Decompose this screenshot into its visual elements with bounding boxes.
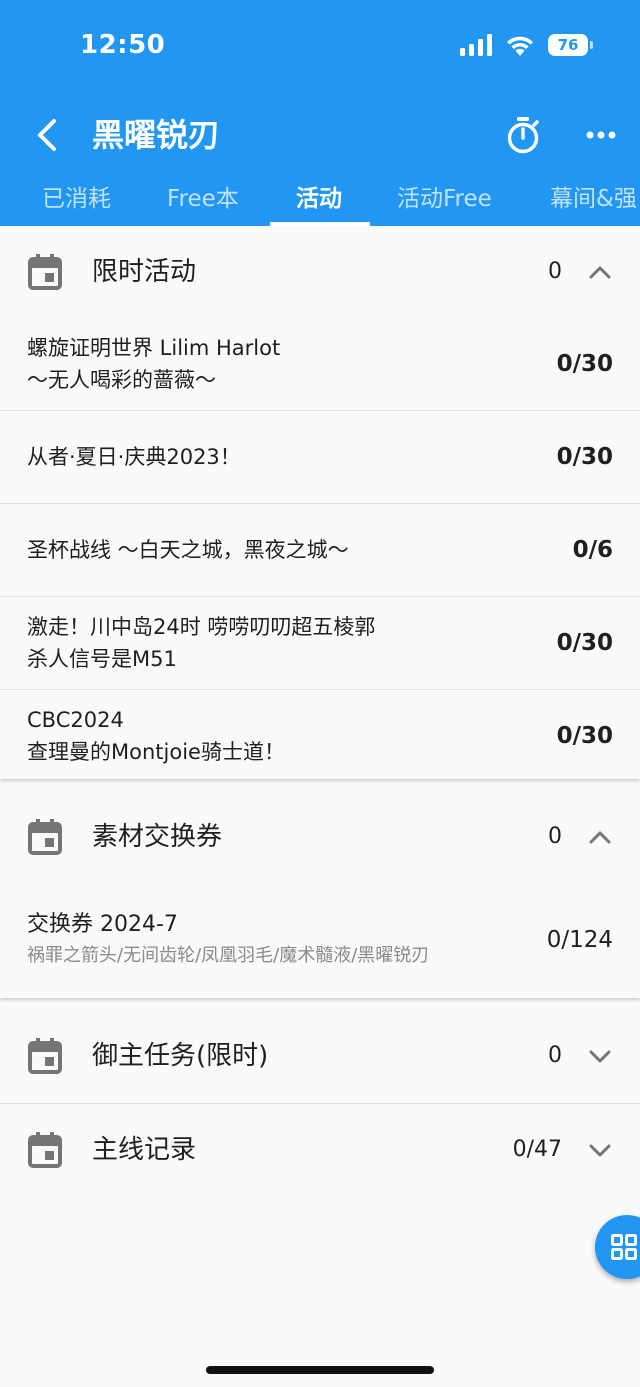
item-text: 从者·夏日·庆典2023！ — [27, 411, 241, 503]
more-horizontal-icon — [586, 131, 616, 139]
item-title: 激走！川中岛24时 唠唠叨叨超五棱郭 — [27, 615, 376, 639]
item-title: 从者·夏日·庆典2023！ — [27, 445, 241, 469]
item-text: 螺旋证明世界 Lilim Harlot ～无人喝彩的蔷薇～ — [27, 318, 280, 410]
calendar-icon — [28, 254, 62, 290]
item-title: 交换券 2024-7 — [27, 912, 178, 937]
chevron-down-icon[interactable] — [586, 1136, 614, 1164]
tab-consumed[interactable]: 已消耗 — [42, 176, 111, 226]
back-arrow-icon — [38, 119, 56, 151]
section-title: 御主任务(限时) — [92, 1041, 269, 1071]
timer-icon — [507, 117, 539, 154]
section-header-limited-events[interactable]: 限时活动 0 — [0, 226, 640, 318]
item-title: 圣杯战线 ～白天之城，黑夜之城～ — [27, 538, 349, 562]
section-header-master-missions[interactable]: 御主任务(限时) 0 — [0, 1010, 640, 1102]
chevron-up-icon[interactable] — [586, 823, 614, 851]
tab-events[interactable]: 活动 — [296, 176, 342, 226]
list-item[interactable]: 交换券 2024-7 祸罪之箭头/无间齿轮/凤凰羽毛/魔术髓液/黑曜锐刃 0/1… — [0, 883, 640, 997]
item-text: 圣杯战线 ～白天之城，黑夜之城～ — [27, 504, 349, 596]
item-progress: 0/30 — [556, 630, 613, 656]
item-text: CBC2024 查理曼的Montjoie骑士道！ — [27, 690, 285, 782]
grid-view-fab[interactable] — [595, 1215, 640, 1279]
calendar-icon — [28, 819, 62, 855]
item-progress: 0/6 — [572, 537, 613, 563]
list-item[interactable]: 从者·夏日·庆典2023！ 0/30 — [0, 410, 640, 503]
section-count: 0 — [548, 824, 562, 849]
item-title-line2: ～无人喝彩的蔷薇～ — [27, 368, 216, 392]
status-icons: 76 — [460, 34, 593, 56]
item-title-line2: 查理曼的Montjoie骑士道！ — [27, 740, 285, 764]
item-title: 螺旋证明世界 Lilim Harlot — [27, 336, 281, 360]
chevron-down-icon[interactable] — [586, 1042, 614, 1070]
page-title: 黑曜锐刃 — [92, 116, 221, 154]
timer-button[interactable] — [500, 112, 546, 158]
list-item[interactable]: 激走！川中岛24时 唠唠叨叨超五棱郭 杀人信号是M51 0/30 — [0, 596, 640, 689]
item-subtitle: 祸罪之箭头/无间齿轮/凤凰羽毛/魔术髓液/黑曜锐刃 — [27, 945, 430, 966]
calendar-icon — [28, 1132, 62, 1168]
tab-bar: 已消耗 Free本 活动 活动Free 幕间&强 — [0, 176, 640, 226]
item-progress: 0/30 — [556, 351, 613, 377]
item-progress: 0/124 — [546, 927, 613, 953]
tab-event-free[interactable]: 活动Free — [397, 176, 492, 226]
grid-icon — [611, 1234, 637, 1260]
section-title: 素材交换券 — [92, 822, 223, 852]
calendar-icon — [28, 1038, 62, 1074]
section-count: 0 — [548, 1043, 562, 1068]
list-item[interactable]: 圣杯战线 ～白天之城，黑夜之城～ 0/6 — [0, 503, 640, 596]
tab-interlude[interactable]: 幕间&强 — [550, 176, 637, 226]
item-title-line2: 杀人信号是M51 — [27, 647, 177, 671]
section-exchange-tickets: 素材交换券 0 交换券 2024-7 祸罪之箭头/无间齿轮/凤凰羽毛/魔术髓液/… — [0, 791, 640, 998]
back-button[interactable] — [26, 112, 68, 158]
item-progress: 0/30 — [556, 444, 613, 470]
section-title: 主线记录 — [92, 1135, 197, 1165]
section-main-story[interactable]: 主线记录 0/47 — [0, 1104, 640, 1196]
section-header-main-story[interactable]: 主线记录 0/47 — [0, 1104, 640, 1196]
item-progress: 0/30 — [556, 723, 613, 749]
chevron-up-icon[interactable] — [586, 258, 614, 286]
section-master-missions[interactable]: 御主任务(限时) 0 — [0, 1010, 640, 1102]
item-text: 激走！川中岛24时 唠唠叨叨超五棱郭 杀人信号是M51 — [27, 597, 375, 689]
item-title: CBC2024 — [27, 708, 124, 732]
section-limited-events: 限时活动 0 螺旋证明世界 Lilim Harlot ～无人喝彩的蔷薇～ 0/3… — [0, 226, 640, 779]
wifi-icon — [507, 36, 533, 56]
section-title: 限时活动 — [92, 257, 197, 287]
item-text: 交换券 2024-7 祸罪之箭头/无间齿轮/凤凰羽毛/魔术髓液/黑曜锐刃 — [27, 883, 429, 997]
app-bar: 12:50 76 黑曜锐刃 已消耗 Free本 活动 活动Free 幕间&强 — [0, 0, 640, 226]
battery-indicator: 76 — [548, 34, 593, 56]
section-count: 0 — [548, 259, 562, 284]
home-indicator — [206, 1366, 434, 1374]
section-header-exchange-tickets[interactable]: 素材交换券 0 — [0, 791, 640, 883]
more-options-button[interactable] — [578, 112, 624, 158]
section-count: 0/47 — [512, 1137, 562, 1162]
battery-level: 76 — [557, 36, 579, 54]
list-item[interactable]: CBC2024 查理曼的Montjoie骑士道！ 0/30 — [0, 689, 640, 782]
list-item[interactable]: 螺旋证明世界 Lilim Harlot ～无人喝彩的蔷薇～ 0/30 — [0, 318, 640, 410]
tab-free-quests[interactable]: Free本 — [167, 176, 239, 226]
status-time: 12:50 — [80, 30, 166, 60]
signal-icon — [460, 34, 492, 56]
